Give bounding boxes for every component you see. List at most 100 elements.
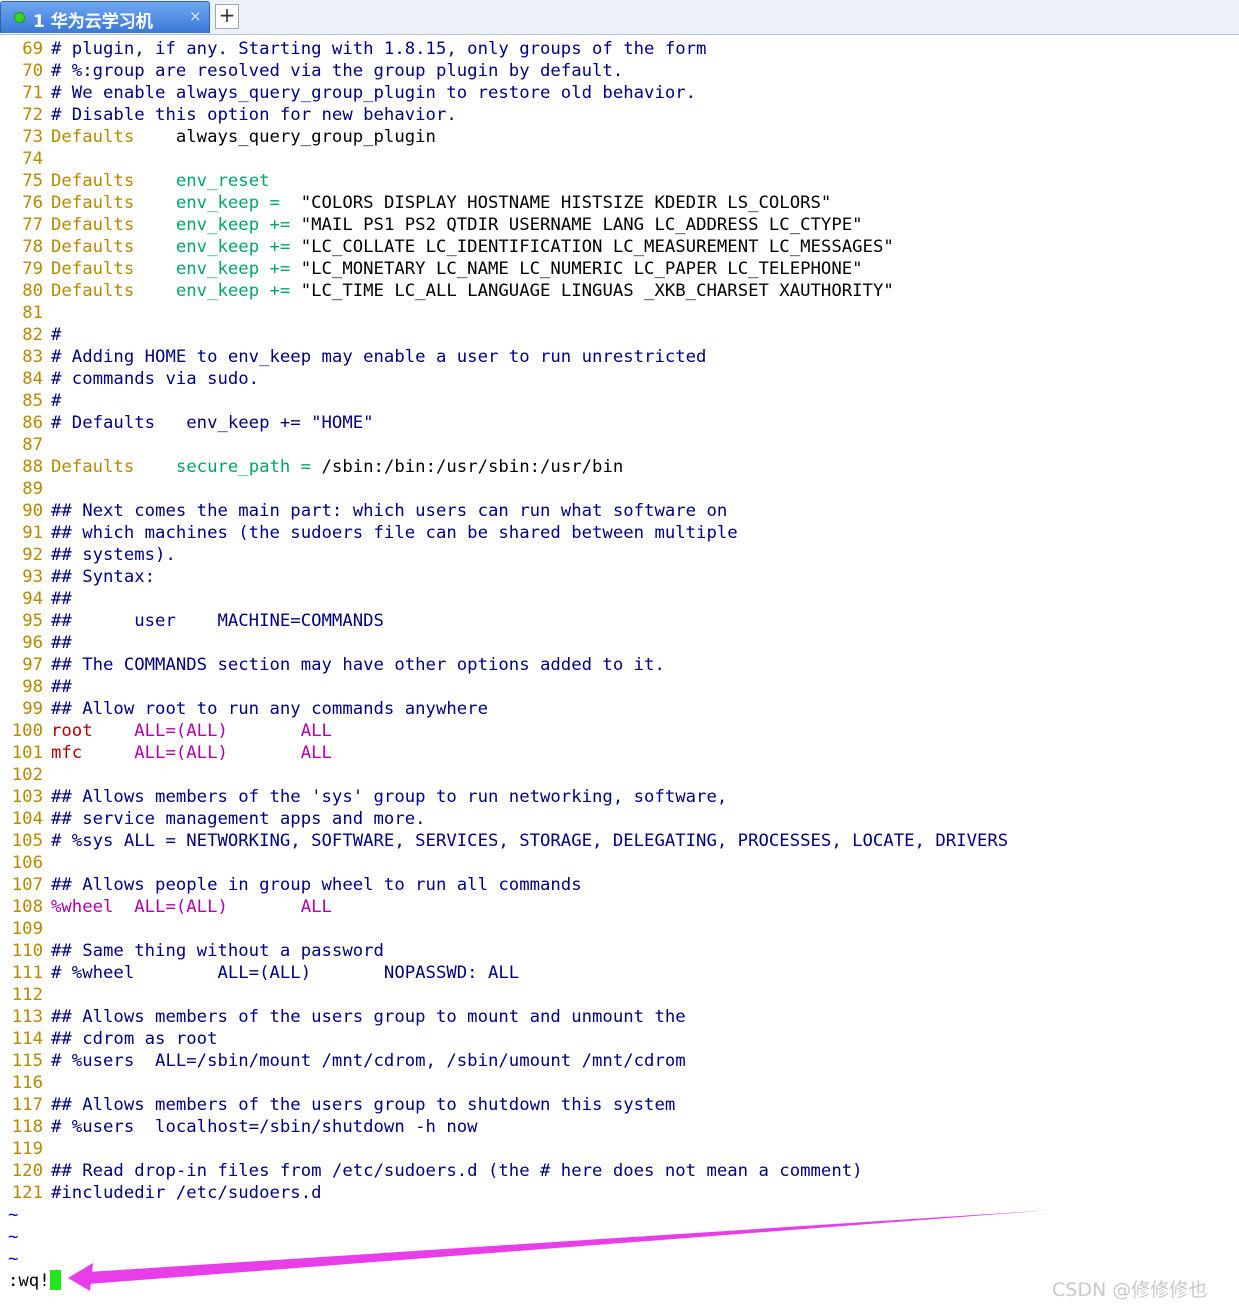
line-number: 92 <box>22 545 43 565</box>
code-text: env_keep += <box>175 215 301 235</box>
line-number: 76 <box>22 193 43 213</box>
code-text: ## Next comes the main part: which users… <box>51 501 728 521</box>
editor-line: 106 <box>8 852 1233 874</box>
line-number: 93 <box>22 567 43 587</box>
editor-line: 73 Defaults always_query_group_plugin <box>8 126 1233 148</box>
code-text: Defaults <box>51 237 135 257</box>
editor-line: 85 # <box>8 390 1233 412</box>
line-number: 116 <box>11 1073 43 1093</box>
editor-line: 114 ## cdrom as root <box>8 1028 1233 1050</box>
code-text: ## Allow root to run any commands anywhe… <box>51 699 488 719</box>
line-number: 81 <box>22 303 43 323</box>
editor-line: 81 <box>8 302 1233 324</box>
code-text: ## Syntax: <box>51 567 156 587</box>
line-number: 80 <box>22 281 43 301</box>
code-text: # %:group are resolved via the group plu… <box>51 61 624 81</box>
code-text: /sbin:/bin:/usr/sbin:/usr/bin <box>321 457 624 477</box>
editor-line: 110 ## Same thing without a password <box>8 940 1233 962</box>
line-number: 85 <box>22 391 43 411</box>
code-text: Defaults <box>51 127 135 147</box>
code-text: ## The COMMANDS section may have other o… <box>51 655 665 675</box>
line-number: 118 <box>11 1117 43 1137</box>
code-text: always_query_group_plugin <box>134 127 436 147</box>
new-tab-button[interactable]: + <box>215 4 239 29</box>
editor-line: 95 ## user MACHINE=COMMANDS <box>8 610 1233 632</box>
line-number: 117 <box>11 1095 43 1115</box>
code-text: env_keep += <box>175 281 301 301</box>
editor-line: 69 # plugin, if any. Starting with 1.8.15… <box>8 38 1233 60</box>
tab-title: 1 华为云学习机 <box>33 12 153 32</box>
code-text: %wheel <box>51 897 114 917</box>
code-text: ## Allows members of the users group to … <box>51 1095 676 1115</box>
editor-line: 115 # %users ALL=/sbin/mount /mnt/cdrom, … <box>8 1050 1233 1072</box>
line-number: 72 <box>22 105 43 125</box>
code-text: env_keep = <box>175 193 301 213</box>
editor-line: 120 ## Read drop-in files from /etc/sudoe… <box>8 1160 1233 1182</box>
code-text: ALL <box>300 897 332 917</box>
code-text: Defaults <box>51 215 135 235</box>
code-text: ## Allows members of the 'sys' group to … <box>51 787 728 807</box>
code-text: "LC_TIME LC_ALL LANGUAGE LINGUAS _XKB_CH… <box>300 281 894 301</box>
code-text: ALL=(ALL) <box>134 743 228 763</box>
line-number: 75 <box>22 171 43 191</box>
line-number: 102 <box>11 765 43 785</box>
line-number: 98 <box>22 677 43 697</box>
code-text: "LC_COLLATE LC_IDENTIFICATION LC_MEASURE… <box>300 237 894 257</box>
code-text: root <box>51 721 93 741</box>
code-text: "COLORS DISPLAY HOSTNAME HISTSIZE KDEDIR… <box>300 193 832 213</box>
line-number: 88 <box>22 457 43 477</box>
code-text: ## cdrom as root <box>51 1029 218 1049</box>
code-text: # %sys ALL = NETWORKING, SOFTWARE, SERVI… <box>51 831 1009 851</box>
line-number: 107 <box>11 875 43 895</box>
code-text: # Disable this option for new behavior. <box>51 105 457 125</box>
command-line[interactable]: :wq! <box>8 1270 61 1292</box>
watermark: CSDN @修修修也 <box>1052 1279 1208 1301</box>
close-icon[interactable]: × <box>189 7 202 25</box>
tab-session[interactable]: 1 华为云学习机 × <box>0 1 210 33</box>
editor-line: 112 <box>8 984 1233 1006</box>
editor-line: 97 ## The COMMANDS section may have other… <box>8 654 1233 676</box>
editor-line: 105 # %sys ALL = NETWORKING, SOFTWARE, SE… <box>8 830 1233 852</box>
empty-line-marker: ~ <box>8 1205 19 1225</box>
editor-line: 87 <box>8 434 1233 456</box>
line-number: 78 <box>22 237 43 257</box>
code-text: # %users localhost=/sbin/shutdown -h now <box>51 1117 478 1137</box>
editor-line: 70 # %:group are resolved via the group p… <box>8 60 1233 82</box>
line-number: 114 <box>11 1029 43 1049</box>
line-number: 104 <box>11 809 43 829</box>
editor-line: 86 # Defaults env_keep += "HOME" <box>8 412 1233 434</box>
code-text: Defaults <box>51 457 135 477</box>
editor-line: 91 ## which machines (the sudoers file ca… <box>8 522 1233 544</box>
connection-status-icon <box>14 12 25 23</box>
editor-line: ~ <box>8 1204 1233 1226</box>
editor-line: 82 # <box>8 324 1233 346</box>
editor-line: 92 ## systems). <box>8 544 1233 566</box>
vim-editor[interactable]: 69 # plugin, if any. Starting with 1.8.15… <box>8 38 1233 1270</box>
code-text: Defaults <box>51 171 135 191</box>
line-number: 103 <box>11 787 43 807</box>
line-number: 84 <box>22 369 43 389</box>
code-text: ## service management apps and more. <box>51 809 426 829</box>
editor-line: 75 Defaults env_reset <box>8 170 1233 192</box>
line-number: 111 <box>11 963 43 983</box>
code-text: ## <box>51 633 72 653</box>
line-number: 89 <box>22 479 43 499</box>
line-number: 90 <box>22 501 43 521</box>
command-text: :wq! <box>8 1271 50 1291</box>
code-text: ## user MACHINE=COMMANDS <box>51 611 384 631</box>
tab-bar: 1 华为云学习机 × + <box>0 0 1239 35</box>
line-number: 73 <box>22 127 43 147</box>
editor-line: 113 ## Allows members of the users group … <box>8 1006 1233 1028</box>
code-text: ## Read drop-in files from /etc/sudoers.… <box>51 1161 863 1181</box>
code-text: # Defaults env_keep += "HOME" <box>51 413 374 433</box>
line-number: 77 <box>22 215 43 235</box>
editor-line: 99 ## Allow root to run any commands anyw… <box>8 698 1233 720</box>
code-text: Defaults <box>51 193 135 213</box>
code-text: env_keep += <box>175 237 301 257</box>
line-number: 112 <box>11 985 43 1005</box>
line-number: 91 <box>22 523 43 543</box>
